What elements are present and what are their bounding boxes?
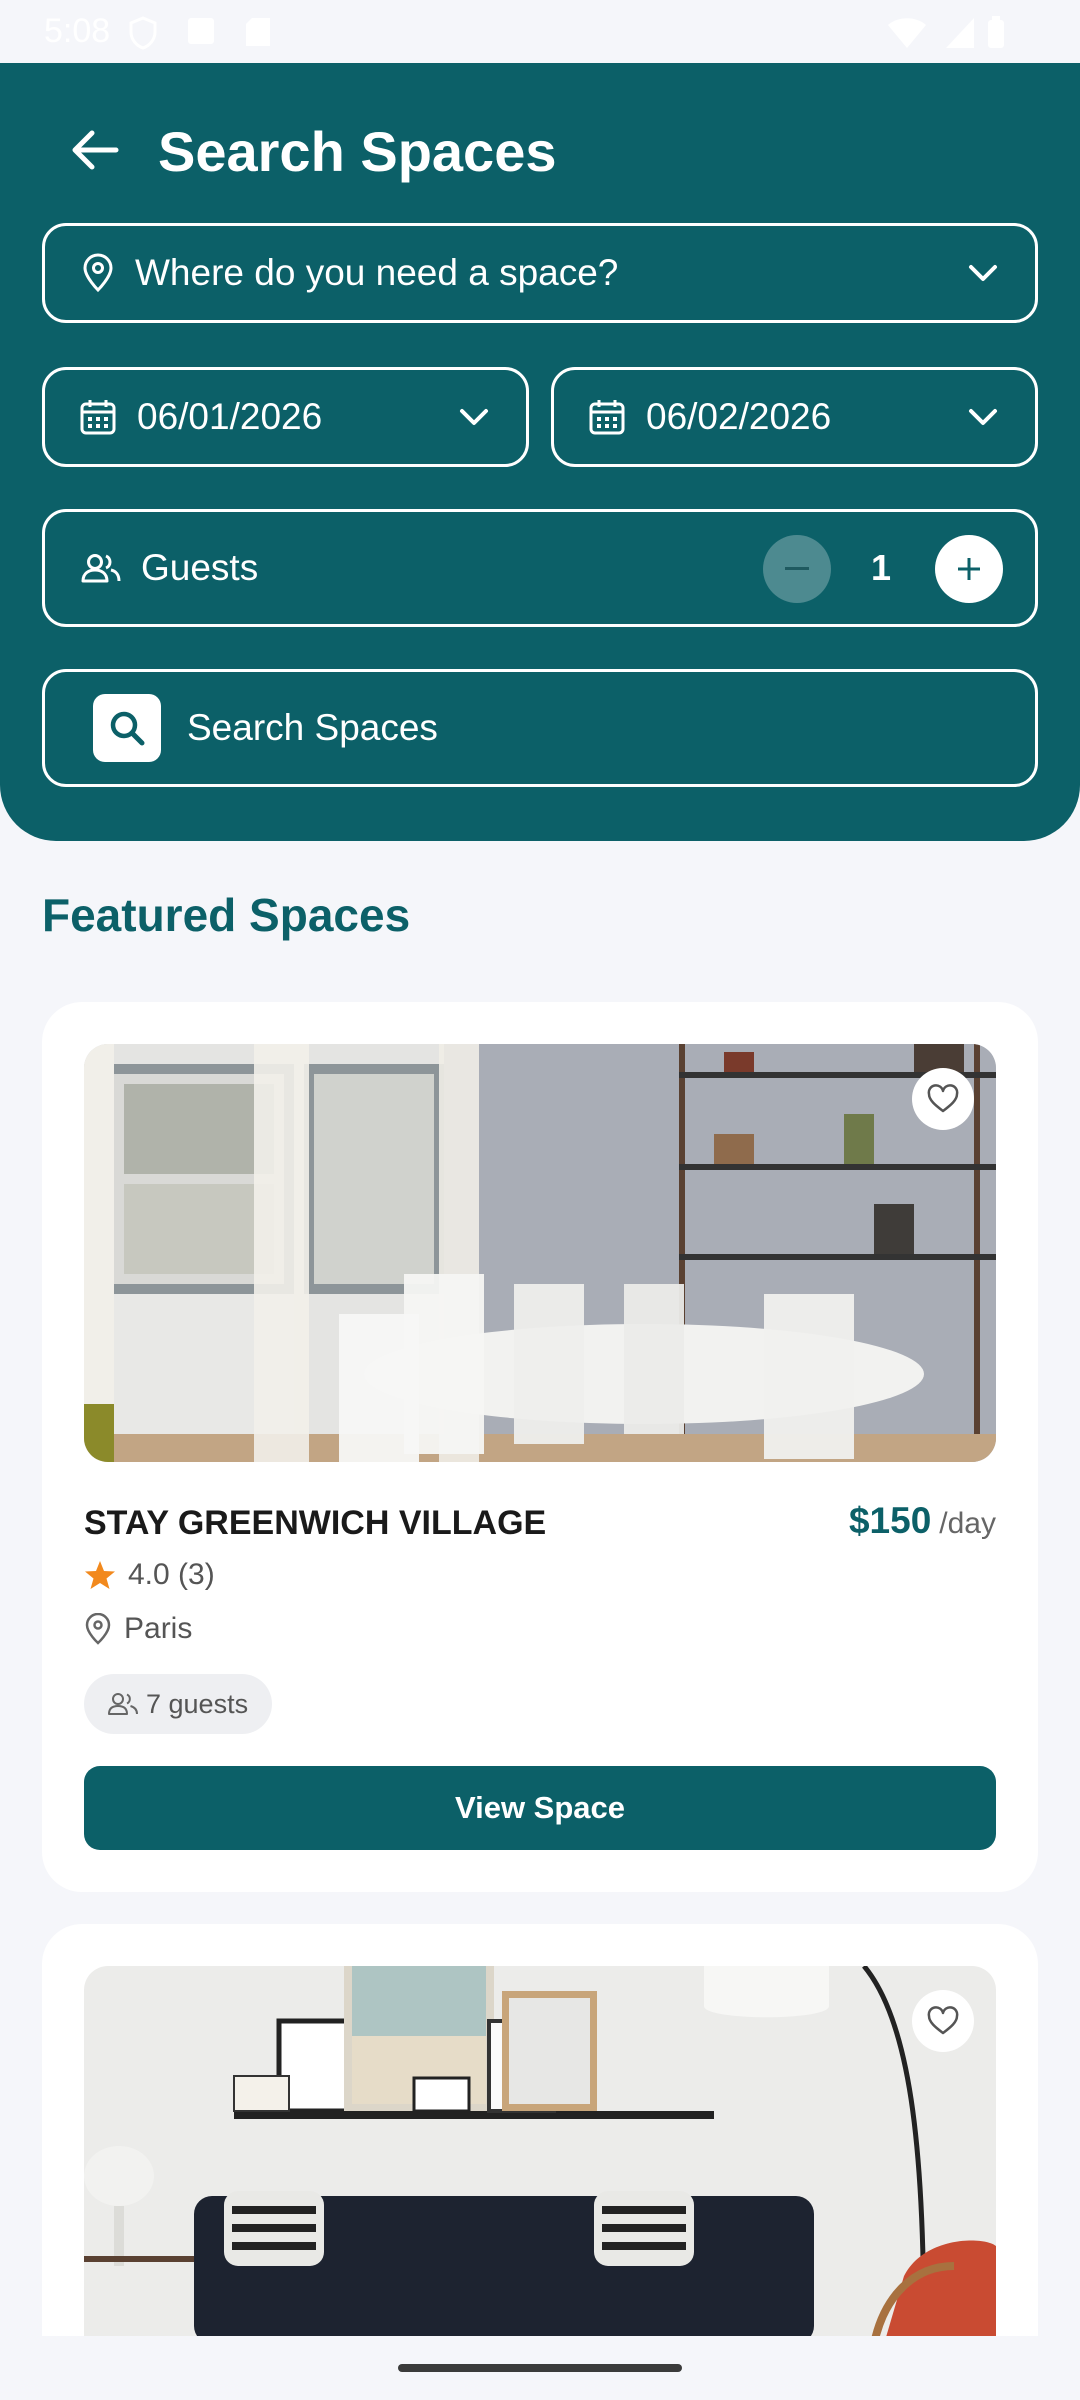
page-title: Search Spaces [158,120,557,183]
sd-card-icon [246,18,270,46]
calendar-icon [589,400,625,435]
space-location: Paris [84,1612,192,1646]
calendar-icon [80,400,116,435]
status-bar: 5:08 [0,0,1080,63]
space-photo [84,1044,996,1462]
end-date-value: 06/02/2026 [646,396,832,437]
guest-count: 1 [871,547,892,588]
search-button-label: Search Spaces [187,707,438,748]
home-indicator[interactable] [398,2364,682,2372]
living-room-image [84,1966,996,2344]
favorite-button[interactable] [912,1990,974,2052]
space-card[interactable]: STAY GREENWICH VILLAGE $150 /day 4.0 (3)… [42,1002,1038,1892]
people-icon [81,554,121,583]
location-dropdown[interactable]: Where do you need a space? [42,223,1038,323]
guests-label: Guests [141,547,259,588]
favorite-button[interactable] [912,1068,974,1130]
heart-icon [927,2006,959,2035]
space-rating: 4.0 (3) [84,1558,215,1592]
wifi-icon [888,18,926,48]
dining-room-image [84,1044,996,1462]
increase-guests-button[interactable] [935,535,1003,603]
search-icon-box [93,694,161,762]
space-photo [84,1966,996,2344]
plus-icon [958,558,980,580]
price-value: $150 [848,1500,932,1541]
heart-icon [927,1084,959,1113]
search-icon [110,711,145,746]
status-time: 5:08 [44,12,111,50]
arrow-back-icon [72,130,119,170]
chevron-down-icon [460,409,488,425]
guest-capacity: 7 guests [146,1688,249,1719]
end-date-picker[interactable]: 06/02/2026 [551,367,1038,467]
space-card[interactable] [42,1924,1038,2344]
star-icon [85,1561,115,1589]
chevron-down-icon [969,409,997,425]
search-spaces-button[interactable]: Search Spaces [42,669,1038,787]
chevron-down-icon [969,265,997,281]
image-icon [188,18,214,44]
guests-stepper: Guests 1 [42,509,1038,627]
space-name: STAY GREENWICH VILLAGE [84,1504,547,1542]
back-button[interactable] [58,113,132,187]
view-space-button[interactable]: View Space [84,1766,996,1850]
location-name: Paris [124,1612,193,1645]
battery-icon [988,16,1004,48]
location-pin-icon [83,253,113,293]
space-price: $150 /day [849,1500,996,1542]
rating-value: 4.0 (3) [128,1558,215,1591]
shield-icon [129,16,157,50]
location-placeholder: Where do you need a space? [135,252,619,293]
guest-capacity-chip: 7 guests [84,1674,273,1734]
location-pin-icon [85,1613,111,1645]
start-date-picker[interactable]: 06/01/2026 [42,367,529,467]
decrease-guests-button[interactable] [763,535,831,603]
start-date-value: 06/01/2026 [137,396,323,437]
people-icon [108,1693,138,1715]
featured-spaces-title: Featured Spaces [42,889,411,941]
signal-icon [946,18,974,48]
minus-icon [785,567,809,570]
price-unit: /day [939,1507,996,1540]
search-header: Search Spaces Where do you need a space?… [0,63,1080,841]
